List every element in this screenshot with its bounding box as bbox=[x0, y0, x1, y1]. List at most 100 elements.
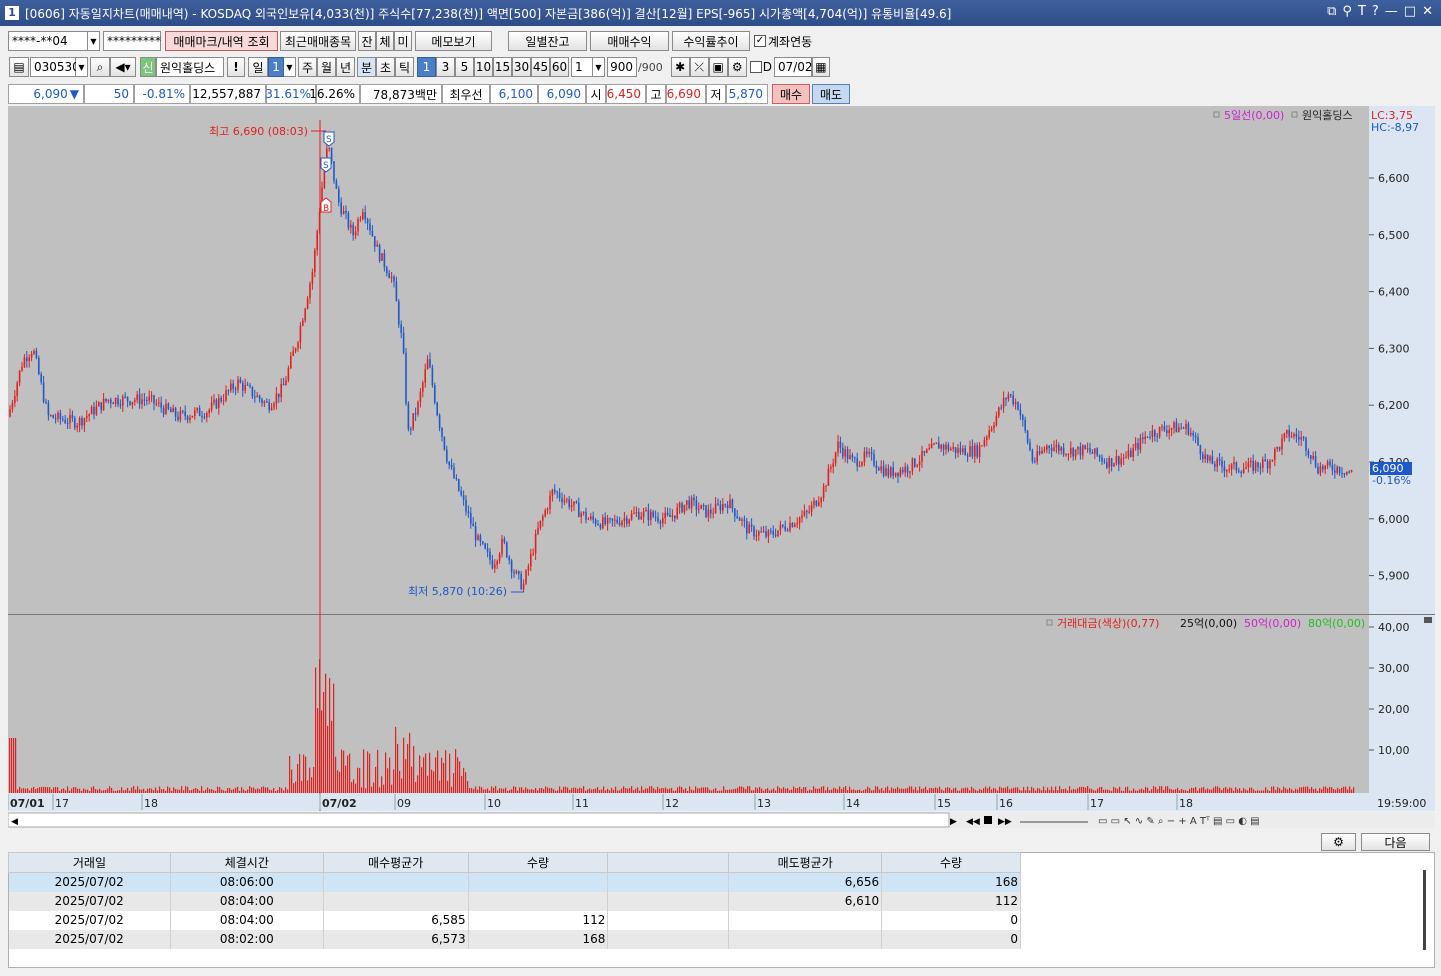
x-tick-label: 12 bbox=[665, 797, 679, 810]
tab-mi[interactable]: 미 bbox=[394, 31, 412, 51]
count-input[interactable]: 900 bbox=[607, 57, 637, 77]
col-sell-avg[interactable]: 매도평균가 bbox=[728, 852, 883, 873]
grid-scrollbar[interactable] bbox=[1423, 870, 1426, 950]
volume-bar bbox=[643, 789, 645, 793]
vol-legend-1[interactable]: 거래대금(색상)(0,77) bbox=[1057, 617, 1159, 630]
col-buy-avg[interactable]: 매수평균가 bbox=[322, 852, 469, 873]
period-month[interactable]: 월 bbox=[317, 57, 336, 77]
table-row[interactable]: 2025/07/02 08:02:00 6,573 168 0 bbox=[8, 929, 1021, 949]
buy-button[interactable]: 매수 bbox=[772, 84, 810, 104]
help-icon[interactable]: ? bbox=[1372, 4, 1379, 19]
table-row[interactable]: 2025/07/02 08:06:00 6,656 168 bbox=[8, 872, 1021, 892]
draw-icon[interactable]: ⤫ bbox=[689, 57, 709, 77]
chevron-down-icon[interactable]: ▼ bbox=[76, 57, 88, 77]
period-number[interactable]: 1 bbox=[268, 57, 284, 77]
next-button[interactable]: 다음 bbox=[1361, 833, 1430, 851]
period-minute[interactable]: 분 bbox=[357, 57, 376, 77]
date-checkbox[interactable] bbox=[749, 61, 762, 73]
password-field[interactable]: ********* bbox=[103, 31, 161, 51]
interval-10[interactable]: 10 bbox=[474, 57, 493, 77]
col-exec-time[interactable]: 체결시간 bbox=[169, 852, 324, 873]
interval-15[interactable]: 15 bbox=[493, 57, 512, 77]
profit-rate-button[interactable]: 수익률추이 bbox=[672, 31, 750, 51]
scroll-right-icon[interactable]: ▶ bbox=[950, 817, 957, 827]
chart-area[interactable]: 6,6006,5006,4006,3006,2006,1006,0005,900… bbox=[7, 106, 1435, 828]
period-day[interactable]: 일 bbox=[248, 57, 268, 77]
scroll-left-icon[interactable]: ◀ bbox=[11, 817, 18, 827]
rewind-icon[interactable]: ◀◀ bbox=[966, 817, 980, 827]
calendar-icon[interactable]: ▦ bbox=[811, 57, 830, 77]
save-icon[interactable]: ▣ bbox=[708, 57, 728, 77]
chart-tools-icons[interactable]: ▭ ▭ ↖ ∿ ✎ ⌕ − + A Tᵀ ▤ ▭ ◐ ▤ bbox=[1098, 816, 1260, 827]
volume-bar bbox=[799, 786, 801, 793]
interval-5[interactable]: 5 bbox=[455, 57, 474, 77]
close-icon[interactable]: ✕ bbox=[1422, 4, 1433, 19]
layout-icon[interactable]: ▤ bbox=[9, 57, 29, 77]
date-input[interactable]: 07/02 bbox=[773, 57, 813, 77]
sell-button[interactable]: 매도 bbox=[812, 84, 850, 104]
account-select[interactable]: ****-**04 bbox=[8, 31, 88, 51]
chevron-down-icon[interactable]: ▼ bbox=[593, 57, 605, 77]
forward-icon[interactable]: ▶▶ bbox=[998, 817, 1012, 827]
volume-bar bbox=[647, 788, 649, 793]
interval-45[interactable]: 45 bbox=[531, 57, 550, 77]
period-week[interactable]: 주 bbox=[298, 57, 317, 77]
candle-body bbox=[962, 448, 964, 453]
stop-icon[interactable] bbox=[984, 816, 992, 824]
maximize-icon[interactable]: □ bbox=[1404, 4, 1416, 19]
col-buy-qty[interactable]: 수량 bbox=[467, 852, 609, 873]
gear-icon[interactable]: ⚙ bbox=[1321, 833, 1356, 851]
interval-1[interactable]: 1 bbox=[417, 57, 436, 77]
pane-close-icon[interactable] bbox=[1424, 617, 1432, 623]
legend-ma[interactable]: 5일선(0,00) bbox=[1224, 108, 1284, 122]
vol-legend-2[interactable]: 25억(0,00) bbox=[1180, 617, 1237, 630]
indicator-icon[interactable]: ✱ bbox=[670, 57, 690, 77]
link-icon[interactable]: ⧉ bbox=[1327, 4, 1336, 19]
vol-legend-3[interactable]: 50억(0,00) bbox=[1244, 617, 1301, 630]
chart-scrollbar[interactable] bbox=[7, 812, 950, 828]
chevron-down-icon[interactable]: ▼ bbox=[284, 57, 296, 77]
mark-lookup-button[interactable]: 매매마크/내역 조회 bbox=[165, 31, 278, 51]
alert-icon[interactable]: ! bbox=[227, 57, 245, 77]
search-icon[interactable]: ⌕ bbox=[90, 57, 110, 77]
candle-body bbox=[1307, 450, 1310, 456]
font-icon[interactable]: T bbox=[1358, 4, 1366, 19]
period-second[interactable]: 초 bbox=[376, 57, 395, 77]
period-year[interactable]: 년 bbox=[336, 57, 355, 77]
daily-balance-button[interactable]: 일별잔고 bbox=[508, 31, 587, 51]
period-tick[interactable]: 틱 bbox=[395, 57, 414, 77]
table-row[interactable]: 2025/07/02 08:04:00 6,585 112 0 bbox=[8, 910, 1021, 930]
chevron-down-icon[interactable]: ▼ bbox=[88, 31, 100, 51]
memo-button[interactable]: 메모보기 bbox=[415, 31, 492, 51]
candle-body bbox=[618, 522, 621, 526]
recent-stocks-button[interactable]: 최근매매종목 bbox=[280, 31, 356, 51]
candle-body bbox=[227, 390, 230, 392]
vol-legend-4[interactable]: 80억(0,00) bbox=[1308, 617, 1365, 630]
volume-bar bbox=[1327, 788, 1329, 793]
interval-60[interactable]: 60 bbox=[550, 57, 569, 77]
tab-che[interactable]: 체 bbox=[376, 31, 394, 51]
interval-30[interactable]: 30 bbox=[512, 57, 531, 77]
cell: 2025/07/02 bbox=[8, 891, 171, 911]
price-pane[interactable] bbox=[8, 106, 1369, 614]
pin-icon[interactable]: ⚲ bbox=[1342, 4, 1352, 19]
volume-pane[interactable] bbox=[8, 615, 1369, 793]
tab-jan[interactable]: 잔 bbox=[358, 31, 376, 51]
chart-svg[interactable]: 6,6006,5006,4006,3006,2006,1006,0005,900… bbox=[7, 106, 1435, 828]
minimize-icon[interactable]: — bbox=[1385, 4, 1398, 19]
col-trade-date[interactable]: 거래일 bbox=[8, 852, 171, 873]
account-link-checkbox[interactable]: ✓ bbox=[754, 35, 766, 47]
speaker-icon[interactable]: ◀▾ bbox=[110, 57, 136, 77]
candle-body bbox=[544, 510, 546, 517]
candle-body bbox=[1209, 456, 1211, 461]
trade-profit-button[interactable]: 매매수익 bbox=[590, 31, 669, 51]
gear-icon[interactable]: ⚙ bbox=[727, 57, 747, 77]
legend-stock[interactable]: 원익홀딩스 bbox=[1302, 109, 1353, 122]
unit-select[interactable]: 1 bbox=[571, 57, 593, 77]
buy-marker[interactable]: B bbox=[320, 197, 332, 214]
col-blank[interactable] bbox=[607, 852, 730, 873]
stock-code-input[interactable]: 030530 bbox=[30, 57, 80, 77]
col-sell-qty[interactable]: 수량 bbox=[881, 852, 1021, 873]
table-row[interactable]: 2025/07/02 08:04:00 6,610 112 bbox=[8, 891, 1021, 911]
interval-3[interactable]: 3 bbox=[436, 57, 455, 77]
